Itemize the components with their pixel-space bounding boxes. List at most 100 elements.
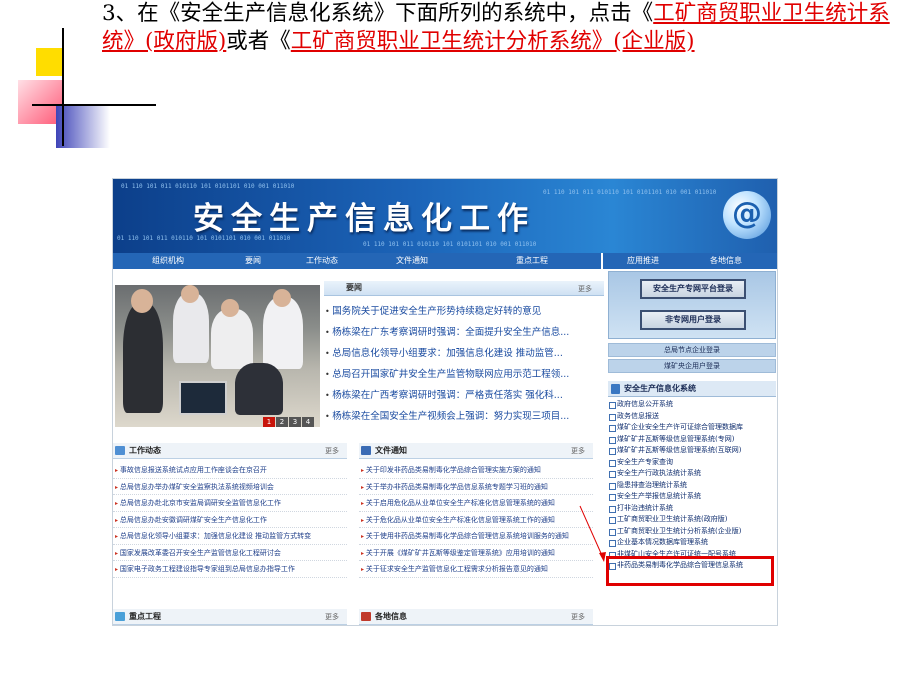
system-link[interactable]: 隐患排查治理统计系统 bbox=[608, 480, 777, 492]
slide-instruction: 3、在《安全生产信息化系统》下面所列的系统中，点击《工矿商贸职业卫生统计系统》(… bbox=[102, 0, 892, 56]
banner-binary-text: 01 110 101 011 010110 101 0101101 010 00… bbox=[543, 189, 717, 196]
more-link[interactable]: 更多 bbox=[325, 446, 339, 456]
nav-item-org[interactable]: 组织机构 bbox=[113, 253, 223, 269]
photo-person-head bbox=[221, 299, 239, 317]
more-link[interactable]: 更多 bbox=[571, 446, 585, 456]
photo-person bbox=[173, 293, 209, 363]
list-item[interactable]: ▸ 关于征求安全生产监管信息化工程需求分析报告意见的通知 bbox=[359, 561, 593, 578]
work-icon bbox=[115, 446, 125, 455]
photo-person bbox=[235, 363, 283, 415]
list-item[interactable]: ▸ 总局信息化领导小组要求：加强信息化建设 推动监管方式转变 bbox=[113, 528, 347, 545]
list-item[interactable]: ▸ 关于开展《煤矿矿井瓦斯等级鉴定管理系统》应用培训的通知 bbox=[359, 545, 593, 561]
banner-binary-text: 01 110 101 011 010110 101 0101101 010 00… bbox=[363, 241, 537, 248]
nav-item-local[interactable]: 各地信息 bbox=[683, 253, 769, 269]
system-link-enterprise-health[interactable]: 工矿商贸职业卫生统计分析系统(企业版) bbox=[608, 526, 777, 538]
panel-title: 各地信息 bbox=[375, 612, 407, 621]
list-item[interactable]: ▸ 关于举办非药品类易制毒化学品信息系统专题学习班的通知 bbox=[359, 479, 593, 495]
nav-item-apps[interactable]: 应用推进 bbox=[603, 253, 683, 269]
systems-icon bbox=[611, 384, 620, 394]
photo-person-head bbox=[273, 289, 291, 307]
local-info-icon bbox=[361, 612, 371, 621]
photo-pager: 1 2 3 4 bbox=[263, 417, 314, 427]
instruction-text-1: 3、在《安全生产信息化系统》下面所列的系统中，点击《 bbox=[102, 1, 654, 26]
system-link[interactable]: 安全生产行政执法统计系统 bbox=[608, 468, 777, 480]
news-item[interactable]: • 总局信息化领导小组要求：加强信息化建设 推动监管... bbox=[324, 343, 604, 364]
photo-person-head bbox=[181, 285, 199, 303]
external-login-button[interactable]: 非专网用户登录 bbox=[640, 310, 746, 330]
panel-header: 工作动态 更多 bbox=[113, 443, 347, 459]
notice-panel: 文件通知 更多 ▸ 关于印发非药品类易制毒化学品综合管理实施方案的通知 ▸ 关于… bbox=[359, 443, 593, 578]
nav-item-news[interactable]: 要闻 bbox=[223, 253, 283, 269]
coal-login-link[interactable]: 煤矿央企用户登录 bbox=[608, 359, 776, 373]
list-item[interactable]: ▸ 关于启用危化品从业单位安全生产标准化信息管理系统的通知 bbox=[359, 495, 593, 512]
list-item[interactable]: ▸ 关于使用非药品类易制毒化学品综合管理信息系统培训服务的通知 bbox=[359, 528, 593, 545]
panel-title: 重点工程 bbox=[129, 612, 161, 621]
panel-title: 工作动态 bbox=[129, 446, 161, 455]
list-item[interactable]: ▸ 国家发展改革委召开安全生产监管信息化工程研讨会 bbox=[113, 545, 347, 561]
system-link[interactable]: 安全生产举报信息统计系统 bbox=[608, 491, 777, 503]
photo-monitor bbox=[179, 381, 227, 415]
news-item[interactable]: • 国务院关于促进安全生产形势持续稳定好转的意见 bbox=[324, 301, 604, 322]
more-link[interactable]: 更多 bbox=[578, 284, 592, 294]
panel-header: 文件通知 更多 bbox=[359, 443, 593, 459]
nav-item-projects[interactable]: 重点工程 bbox=[463, 253, 601, 269]
decor-blue-square bbox=[56, 104, 110, 148]
nav-item-work[interactable]: 工作动态 bbox=[283, 253, 361, 269]
list-item[interactable]: ▸ 事故信息报送系统试点应用工作座谈会在京召开 bbox=[113, 462, 347, 479]
list-item[interactable]: ▸ 总局信息办赴北京市安监局调研安全监管信息化工作 bbox=[113, 495, 347, 512]
list-item[interactable]: ▸ 国家电子政务工程建设指导专家组到总局信息办指导工作 bbox=[113, 561, 347, 578]
list-item[interactable]: ▸ 关于印发非药品类易制毒化学品综合管理实施方案的通知 bbox=[359, 462, 593, 479]
link-enterprise-system[interactable]: 工矿商贸职业卫生统计分析系统》(企业版) bbox=[291, 29, 695, 54]
system-link[interactable]: 企业基本情况数据库管理系统 bbox=[608, 537, 777, 549]
news-item[interactable]: • 总局召开国家矿井安全生产监管物联网应用示范工程领... bbox=[324, 364, 604, 385]
pager-page-2[interactable]: 2 bbox=[276, 417, 288, 427]
panel-title: 要闻 bbox=[346, 283, 362, 292]
system-link[interactable]: 打非治违统计系统 bbox=[608, 503, 777, 515]
system-link[interactable]: 政府信息公开系统 bbox=[608, 399, 777, 411]
pager-page-3[interactable]: 3 bbox=[289, 417, 301, 427]
local-info-panel: 各地信息 更多 bbox=[359, 609, 593, 625]
panel-header: 各地信息 更多 bbox=[359, 609, 593, 625]
nav-item-notice[interactable]: 文件通知 bbox=[361, 253, 463, 269]
list-item[interactable]: ▸ 总局信息办举办煤矿安全监察执法系统视频培训会 bbox=[113, 479, 347, 495]
banner-binary-text: 01 110 101 011 010110 101 0101101 010 00… bbox=[121, 183, 295, 190]
pager-page-4[interactable]: 4 bbox=[302, 417, 314, 427]
list-item[interactable]: ▸ 总局信息办赴安徽调研煤矿安全生产信息化工作 bbox=[113, 512, 347, 528]
system-link[interactable]: 煤矿矿井瓦斯等级信息管理系统(互联网) bbox=[608, 445, 777, 457]
panel-header: 重点工程 更多 bbox=[113, 609, 347, 625]
news-item[interactable]: • 杨栋梁在全国安全生产视频会上强调：努力实现三项目... bbox=[324, 406, 604, 427]
project-icon bbox=[115, 612, 125, 621]
photo-person bbox=[211, 309, 253, 369]
system-link[interactable]: 煤矿矿井瓦斯等级信息管理系统(专网) bbox=[608, 434, 777, 446]
panel-header: 要闻 更多 bbox=[324, 281, 604, 296]
headline-news-panel: 要闻 更多 • 国务院关于促进安全生产形势持续稳定好转的意见 • 杨栋梁在广东考… bbox=[324, 281, 604, 427]
system-link-gov-health[interactable]: 工矿商贸职业卫生统计系统(政府版) bbox=[608, 514, 777, 526]
list-item[interactable]: ▸ 关于危化品从业单位安全生产标准化信息管理系统工作的通知 bbox=[359, 512, 593, 528]
enterprise-login-link[interactable]: 总局节点企业登录 bbox=[608, 343, 776, 357]
panel-title: 文件通知 bbox=[375, 446, 407, 455]
photo-person bbox=[263, 297, 303, 369]
systems-list: 政府信息公开系统 政务信息报送 煤矿企业安全生产许可证综合管理数据库 煤矿矿井瓦… bbox=[608, 399, 777, 572]
key-projects-panel: 重点工程 更多 bbox=[113, 609, 347, 625]
systems-title: 安全生产信息化系统 bbox=[624, 384, 696, 393]
system-link[interactable]: 政务信息报送 bbox=[608, 411, 777, 423]
pager-page-1[interactable]: 1 bbox=[263, 417, 275, 427]
main-nav: 组织机构 要闻 工作动态 文件通知 重点工程 应用推进 各地信息 bbox=[113, 253, 777, 269]
more-link[interactable]: 更多 bbox=[325, 612, 339, 622]
instruction-text-2: 或者《 bbox=[226, 29, 291, 54]
site-title: 安全生产信息化工作 bbox=[193, 201, 535, 237]
decor-horizontal-line bbox=[32, 104, 156, 106]
news-photo[interactable] bbox=[115, 285, 320, 427]
system-link[interactable]: 安全生产专家查询 bbox=[608, 457, 777, 469]
site-banner: 01 110 101 011 010110 101 0101101 010 00… bbox=[113, 179, 777, 253]
highlight-box bbox=[606, 556, 774, 586]
systems-header: 安全生产信息化系统 bbox=[608, 381, 776, 397]
more-link[interactable]: 更多 bbox=[571, 612, 585, 622]
news-item[interactable]: • 杨栋梁在广西考察调研时强调：严格责任落实 强化科... bbox=[324, 385, 604, 406]
decor-yellow-square bbox=[36, 48, 64, 76]
photo-person bbox=[123, 303, 163, 413]
intranet-login-button[interactable]: 安全生产专网平台登录 bbox=[640, 279, 746, 299]
news-item[interactable]: • 杨栋梁在广东考察调研时强调：全面提升安全生产信息... bbox=[324, 322, 604, 343]
system-link[interactable]: 煤矿企业安全生产许可证综合管理数据库 bbox=[608, 422, 777, 434]
login-box: 安全生产专网平台登录 非专网用户登录 bbox=[608, 271, 776, 339]
